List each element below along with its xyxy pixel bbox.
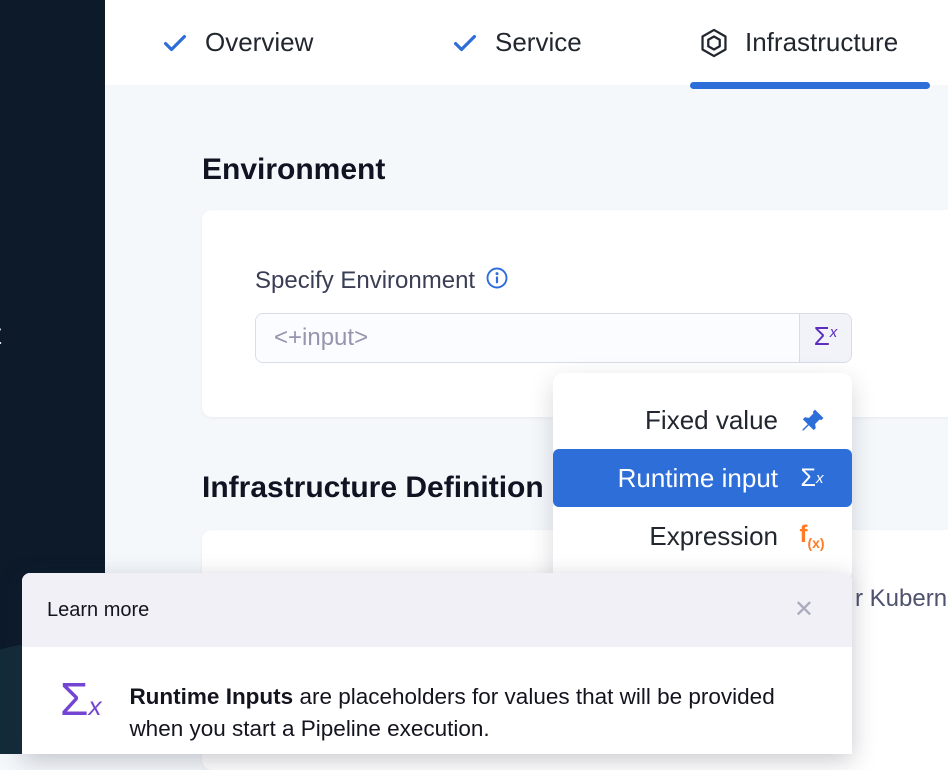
active-tab-underline (690, 82, 930, 89)
dropdown-item-fixed-value[interactable]: Fixed value (553, 395, 852, 445)
learn-more-body: Σx Runtime Inputs are placeholders for v… (22, 647, 852, 745)
dropdown-item-expression-label: Expression (649, 521, 778, 552)
expression-fx-icon: f(x) (794, 523, 830, 550)
dropdown-item-runtime-input-label: Runtime input (618, 463, 778, 494)
sigma-icon: Σx (60, 679, 101, 722)
sidebar-partial-label: t (0, 318, 1, 352)
multitype-dropdown: Fixed value Runtime input Σx Expression … (553, 373, 852, 581)
tab-service-label: Service (495, 27, 582, 58)
tab-infrastructure[interactable]: Infrastructure (698, 0, 898, 85)
tab-infrastructure-label: Infrastructure (745, 27, 898, 58)
learn-more-popover: Learn more ✕ Σx Runtime Inputs are place… (22, 573, 852, 754)
check-icon (160, 28, 190, 58)
tab-overview[interactable]: Overview (160, 0, 313, 85)
environment-input[interactable] (256, 314, 799, 362)
environment-heading: Environment (202, 153, 385, 187)
specify-environment-label: Specify Environment (255, 267, 475, 295)
stage-tab-bar: Overview Service Infrastructure (105, 0, 948, 85)
tab-overview-label: Overview (205, 27, 313, 58)
infrastructure-definition-heading: Infrastructure Definition (202, 471, 544, 505)
dropdown-item-runtime-input[interactable]: Runtime input Σx (553, 449, 852, 507)
dropdown-item-expression[interactable]: Expression f(x) (553, 511, 852, 561)
sigma-icon: Σ (814, 323, 830, 349)
learn-more-text: Runtime Inputs are placeholders for valu… (129, 679, 779, 745)
close-icon[interactable]: ✕ (794, 598, 814, 622)
background-text-fragment: r Kubern (855, 585, 947, 613)
multitype-selector-button[interactable]: Σx (799, 314, 851, 362)
check-icon (450, 28, 480, 58)
dropdown-item-fixed-value-label: Fixed value (645, 405, 778, 436)
sigma-icon: Σx (794, 466, 830, 491)
tab-service[interactable]: Service (450, 0, 582, 85)
info-icon[interactable] (485, 266, 509, 295)
hexagon-icon (698, 27, 730, 59)
learn-more-header: Learn more ✕ (22, 573, 852, 647)
learn-more-title: Learn more (47, 599, 149, 622)
environment-input-group: Σx (255, 313, 852, 363)
pin-icon (794, 407, 830, 434)
